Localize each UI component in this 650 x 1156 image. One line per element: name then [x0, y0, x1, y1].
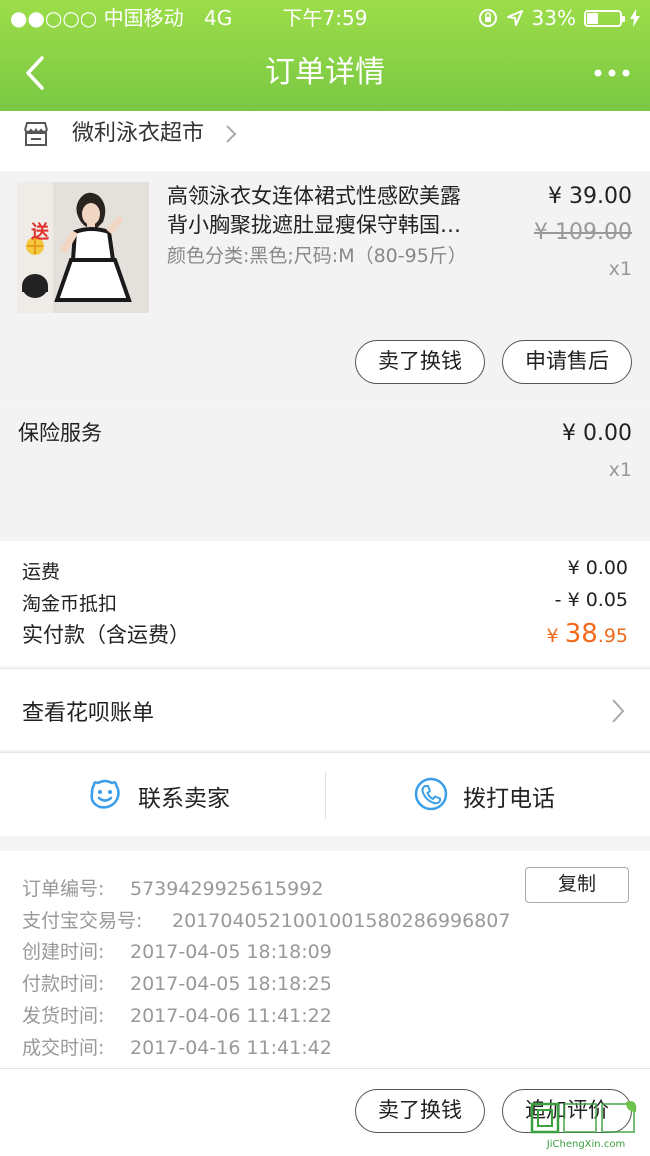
phone-icon	[414, 777, 448, 811]
chevron-right-icon	[612, 699, 625, 723]
call-phone-label: 拨打电话	[463, 786, 555, 812]
apply-aftersale-button[interactable]: 申请售后	[502, 340, 632, 384]
contact-seller-button[interactable]: 联系卖家	[0, 753, 325, 837]
completed-time-value: 2017-04-16 11:41:42	[130, 1037, 332, 1059]
more-menu-button[interactable]	[592, 62, 632, 84]
status-bar: ●●○○○ 中国移动 4G 下午7:59 33%	[0, 0, 650, 36]
insurance-label: 保险服务	[18, 421, 102, 445]
chevron-right-icon	[226, 125, 237, 143]
insurance-card: 保险服务 ¥ 0.00 x1	[0, 405, 650, 536]
alipay-trade-row: 支付宝交易号: 2017040521001001580286996807	[22, 906, 510, 933]
coin-deduction-value: - ¥ 0.05	[554, 589, 628, 611]
insurance-price: ¥ 0.00	[562, 421, 632, 446]
coin-deduction-label: 淘金币抵扣	[22, 593, 118, 615]
paid-time-value: 2017-04-05 18:18:25	[130, 973, 332, 995]
huabei-bill-label: 查看花呗账单	[22, 701, 155, 726]
huabei-bill-row[interactable]: 查看花呗账单	[0, 668, 650, 750]
order-number-label: 订单编号:	[22, 878, 105, 900]
paid-total-label: 实付款（含运费）	[22, 623, 190, 647]
shop-icon	[24, 122, 48, 146]
created-time-row: 创建时间: 2017-04-05 18:18:09	[22, 937, 332, 964]
battery-percent: 33%	[531, 6, 576, 30]
charging-icon	[630, 9, 640, 27]
paid-integer: 38	[564, 619, 598, 649]
product-sku: 颜色分类:黑色;尺码:M（80-95斤）	[167, 245, 467, 267]
alipay-trade-value: 2017040521001001580286996807	[172, 910, 511, 932]
copy-order-number-button[interactable]: 复制	[525, 867, 629, 903]
paid-total-amount: ¥ 38.95	[547, 619, 628, 649]
order-number-value: 5739429925615992	[130, 878, 324, 900]
shop-name: 微利泳衣超市	[72, 121, 205, 146]
shipped-time-row: 发货时间: 2017-04-06 11:41:22	[22, 1001, 332, 1028]
paid-time-row: 付款时间: 2017-04-05 18:18:25	[22, 969, 332, 996]
watermark-logo-icon	[530, 1101, 637, 1134]
location-icon	[506, 10, 523, 26]
product-original-price: ¥ 109.00	[534, 220, 632, 245]
completed-time-row: 成交时间: 2017-04-16 11:41:42	[22, 1033, 332, 1060]
product-quantity: x1	[608, 258, 632, 280]
shop-row[interactable]: 微利泳衣超市	[0, 111, 650, 171]
contact-seller-label: 联系卖家	[138, 786, 230, 812]
shipped-time-label: 发货时间:	[22, 1005, 105, 1027]
product-title-line2: 背小胸聚拢遮肚显瘦保守韩国…	[167, 213, 461, 237]
product-title-line1: 高领泳衣女连体裙式性感欧美露	[167, 184, 461, 208]
shipped-time-value: 2017-04-06 11:41:22	[130, 1005, 332, 1027]
paid-currency: ¥	[546, 625, 565, 647]
rotation-lock-icon	[478, 9, 497, 27]
app-header: ●●○○○ 中国移动 4G 下午7:59 33% 订单详情	[0, 0, 650, 111]
paid-total-row: 实付款（含运费） ¥ 38.95	[22, 619, 628, 649]
order-number-row: 订单编号: 5739429925615992	[22, 874, 323, 901]
divider	[0, 1068, 650, 1069]
product-thumbnail[interactable]: 送	[17, 182, 149, 313]
shipping-row: 运费 ¥ 0.00	[22, 557, 628, 584]
paid-time-label: 付款时间:	[22, 973, 105, 995]
fee-summary: 运费 ¥ 0.00 淘金币抵扣 - ¥ 0.05 实付款（含运费） ¥ 38.9…	[0, 541, 650, 666]
created-time-value: 2017-04-05 18:18:09	[130, 941, 332, 963]
coin-deduction-row: 淘金币抵扣 - ¥ 0.05	[22, 589, 628, 616]
page-title: 订单详情	[265, 55, 385, 90]
call-phone-button[interactable]: 拨打电话	[326, 753, 650, 837]
bottom-sell-for-cash-button[interactable]: 卖了换钱	[355, 1089, 485, 1133]
site-watermark: JiChengXin.com	[530, 1100, 642, 1150]
battery-icon	[584, 9, 625, 27]
watermark-text: JiChengXin.com	[546, 1139, 626, 1150]
paid-decimal: .95	[597, 625, 628, 647]
swimsuit-image	[17, 182, 149, 313]
contact-bar: 联系卖家 拨打电话	[0, 752, 650, 836]
product-price: ¥ 39.00	[548, 184, 632, 209]
shipping-value: ¥ 0.00	[567, 557, 628, 579]
sell-for-cash-button[interactable]: 卖了换钱	[355, 340, 485, 384]
completed-time-label: 成交时间:	[22, 1037, 105, 1059]
gift-badge: 送	[31, 222, 49, 243]
insurance-quantity: x1	[608, 459, 632, 481]
created-time-label: 创建时间:	[22, 941, 105, 963]
product-card[interactable]: 送 高领泳衣女连体裙式性感欧美露 背小胸聚拢遮肚显瘦保守韩国… 颜色分类:黑色;…	[0, 172, 650, 398]
chat-face-icon	[90, 779, 120, 809]
shipping-label: 运费	[22, 561, 61, 583]
product-title[interactable]: 高领泳衣女连体裙式性感欧美露 背小胸聚拢遮肚显瘦保守韩国…	[167, 182, 497, 240]
alipay-trade-label: 支付宝交易号:	[22, 910, 143, 932]
